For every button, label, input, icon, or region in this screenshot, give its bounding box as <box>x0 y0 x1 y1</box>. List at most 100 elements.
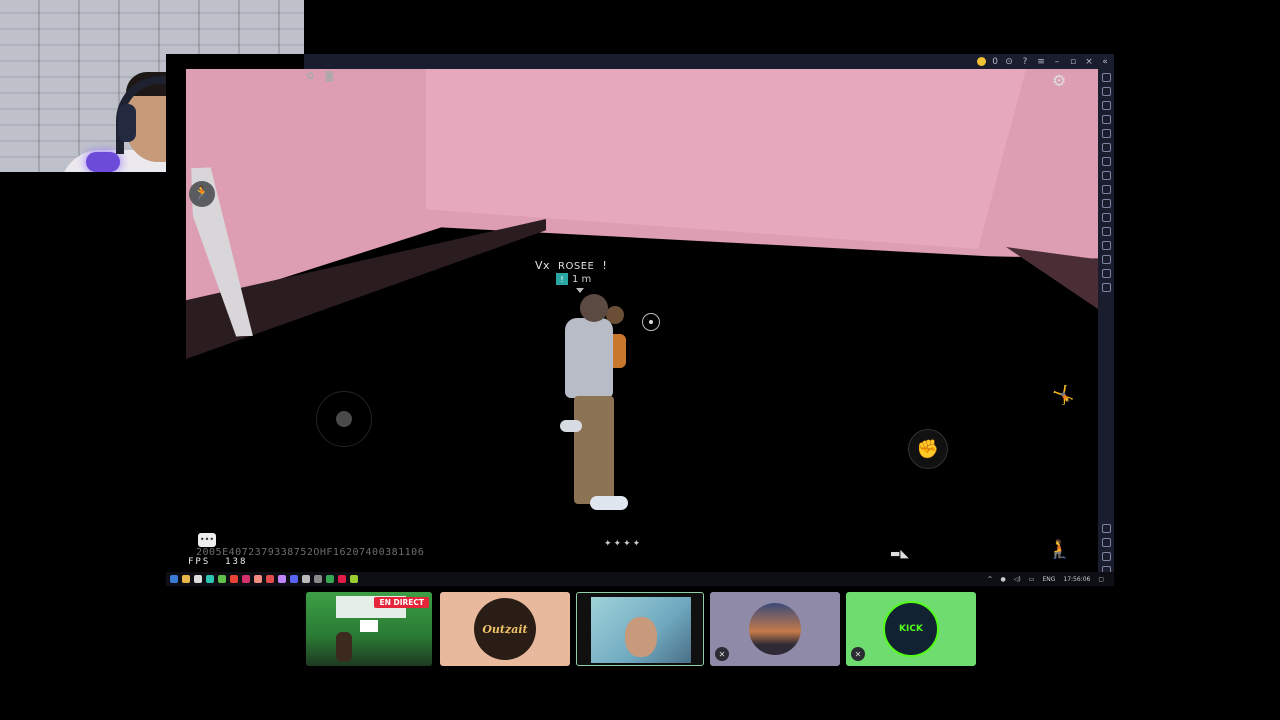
chrome-icon[interactable] <box>230 575 238 583</box>
windows-taskbar: ^ ● ◁) ▭ ENG 17:56:06 ▢ <box>166 572 1114 586</box>
movement-joystick[interactable] <box>316 391 372 447</box>
participant-face <box>625 617 657 657</box>
character-pants <box>574 396 614 504</box>
jump-icon[interactable]: 🤸 <box>1052 385 1074 406</box>
account-icon[interactable]: ⊙ <box>1004 57 1014 67</box>
coin-count: 0 <box>992 56 998 67</box>
file-explorer-icon[interactable] <box>182 575 190 583</box>
home-icon[interactable] <box>1101 552 1111 561</box>
volume-down-icon[interactable] <box>1101 87 1111 96</box>
network-icon[interactable]: ▭ <box>1029 576 1035 583</box>
camera-icon[interactable]: ◙ <box>324 71 334 82</box>
participant-tile-sunset[interactable]: ✕ <box>710 592 840 666</box>
paw-icon[interactable]: ✿ <box>306 71 314 82</box>
app-icon[interactable] <box>242 575 250 583</box>
emulator-taskbar-icon[interactable] <box>350 575 358 583</box>
shake-icon[interactable] <box>1101 157 1111 166</box>
language-indicator[interactable]: ENG <box>1042 576 1055 583</box>
app-icon[interactable] <box>218 575 226 583</box>
system-tray: ^ ● ◁) ▭ ENG 17:56:06 ▢ <box>988 576 1104 583</box>
app-icon[interactable] <box>266 575 274 583</box>
app-icon[interactable] <box>206 575 214 583</box>
emulator-window: 0 ⊙ ? ≡ – ▫ × « ✿ ◙ ⚙ 🏃 Vx ROSEE ! ! 1 m <box>166 54 1114 586</box>
multi-instance-icon[interactable] <box>1101 227 1111 236</box>
maximize-button[interactable]: ▫ <box>1068 57 1078 67</box>
back-icon[interactable] <box>1101 538 1111 547</box>
character-hoodie <box>565 318 613 398</box>
game-viewport[interactable]: ✿ ◙ ⚙ 🏃 Vx ROSEE ! ! 1 m ✊ 🤸 🧎 ▬◣ ••• ✦✦… <box>186 69 1098 571</box>
headset-earcup-left <box>118 104 136 142</box>
character-head <box>580 294 608 322</box>
app-icon[interactable] <box>254 575 262 583</box>
app-icon[interactable] <box>278 575 286 583</box>
apk-icon[interactable] <box>1101 171 1111 180</box>
sunset-avatar <box>749 603 801 655</box>
participant-tile-live[interactable]: EN DIRECT <box>306 592 432 666</box>
fps-label: FPS <box>188 557 211 567</box>
character-shoe <box>590 496 628 510</box>
running-figure-icon[interactable]: 🏃 <box>189 181 215 207</box>
distance-value: 1 m <box>572 273 592 285</box>
discord-icon[interactable] <box>290 575 298 583</box>
menu-icon[interactable]: ≡ <box>1036 57 1046 67</box>
emulator-sidebar <box>1098 69 1114 575</box>
fps-value: 138 <box>225 557 248 567</box>
start-icon[interactable] <box>170 575 178 583</box>
preview-person <box>336 632 352 662</box>
microphone-icon[interactable]: ● <box>1001 576 1006 583</box>
minimize-button[interactable]: – <box>1052 57 1062 67</box>
more-icon[interactable] <box>1101 283 1111 292</box>
volume-up-icon[interactable] <box>1101 73 1111 82</box>
app-icon[interactable] <box>314 575 322 583</box>
location-icon[interactable] <box>1101 143 1111 152</box>
microphone <box>86 152 120 172</box>
collapse-sidebar-icon[interactable]: « <box>1100 57 1110 67</box>
chat-icon[interactable]: ••• <box>198 533 216 547</box>
top-left-tools: ✿ ◙ <box>306 71 334 82</box>
app-icon[interactable] <box>338 575 346 583</box>
chevron-up-icon[interactable]: ^ <box>988 576 993 583</box>
kick-logo-text: KICK <box>899 624 923 634</box>
close-button[interactable]: × <box>1084 57 1094 67</box>
clock[interactable]: 17:56:06 <box>1063 576 1090 583</box>
app-icon[interactable] <box>326 575 334 583</box>
mic-muted-icon: ✕ <box>851 647 865 661</box>
screen-icon[interactable] <box>1101 101 1111 110</box>
speaker-icon[interactable]: ◁) <box>1014 576 1021 583</box>
eco-mode-icon[interactable] <box>1101 269 1111 278</box>
app-icon[interactable] <box>302 575 310 583</box>
crosshair-icon <box>642 313 660 331</box>
participant-tile-outzait[interactable]: Outzait <box>440 592 570 666</box>
record-icon[interactable] <box>1101 199 1111 208</box>
settings-icon[interactable] <box>1101 524 1111 533</box>
app-icon[interactable] <box>194 575 202 583</box>
gear-icon[interactable]: ⚙ <box>1052 71 1066 90</box>
help-icon[interactable]: ? <box>1020 57 1030 67</box>
player-prefix: Vx <box>535 259 551 272</box>
keyboard-icon[interactable] <box>1101 115 1111 124</box>
player-suffix: ! <box>602 259 608 272</box>
participant-tile-kick[interactable]: KICK ✕ <box>846 592 976 666</box>
fps-counter: FPS 138 <box>188 557 247 567</box>
rifle-icon[interactable]: ▬◣ <box>890 547 909 560</box>
preview-sign <box>360 620 378 632</box>
distance-indicator: ! 1 m <box>556 273 591 285</box>
titlebar-controls: 0 ⊙ ? ≡ – ▫ × « <box>977 54 1110 69</box>
crouch-icon[interactable]: 🧎 <box>1048 539 1070 560</box>
kick-avatar: KICK <box>883 601 939 657</box>
player-marker-arrow <box>576 288 584 293</box>
notification-icon[interactable]: ▢ <box>1098 576 1104 583</box>
rotate-icon[interactable] <box>1101 129 1111 138</box>
outzait-logo-text: Outzait <box>482 622 528 636</box>
macro-icon[interactable] <box>1101 255 1111 264</box>
fist-icon[interactable]: ✊ <box>908 429 948 469</box>
participant-tile-active-speaker[interactable] <box>576 592 704 666</box>
emote-icons[interactable]: ✦✦✦✦ <box>604 539 642 549</box>
mic-muted-icon: ✕ <box>715 647 729 661</box>
folder-icon[interactable] <box>1101 213 1111 222</box>
sync-icon[interactable] <box>1101 241 1111 250</box>
live-badge: EN DIRECT <box>374 597 429 608</box>
character-shoe-back <box>560 420 582 432</box>
screenshot-icon[interactable] <box>1101 185 1111 194</box>
joystick-knob[interactable] <box>336 411 352 427</box>
